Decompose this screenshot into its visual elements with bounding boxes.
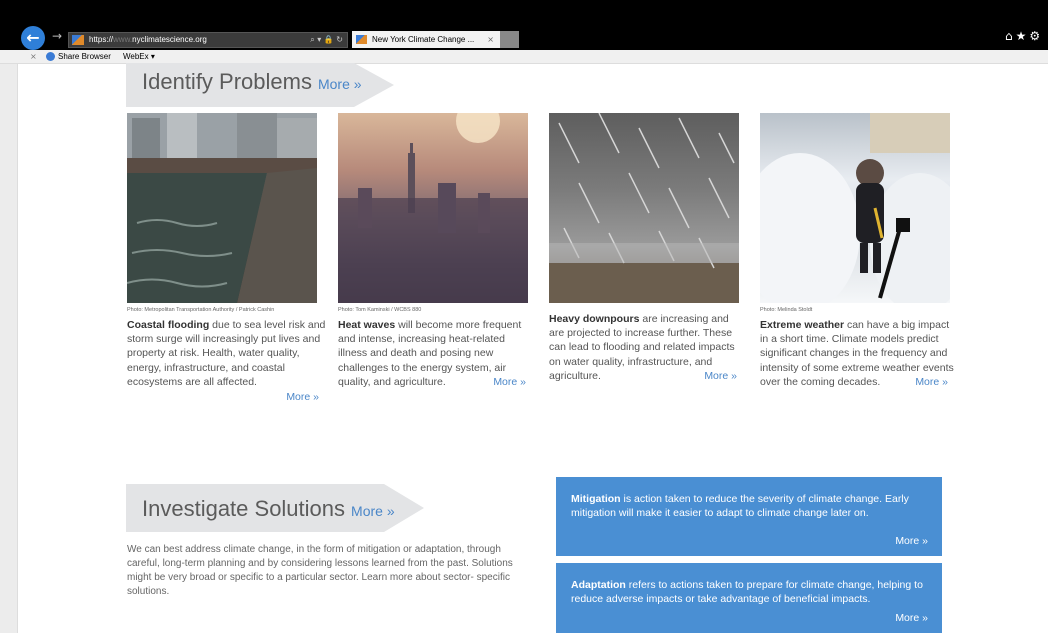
tab-close-icon[interactable]: × (487, 31, 494, 48)
heavy-downpours-more-link[interactable]: More » (704, 369, 737, 383)
investigate-solutions-banner: Investigate Solutions More » (126, 484, 424, 532)
mitigation-term: Mitigation (571, 493, 621, 505)
identify-problems-more-link[interactable]: More » (318, 76, 362, 92)
adaptation-text: Adaptation refers to actions taken to pr… (571, 578, 931, 606)
heavy-downpours-description: Heavy downpours are increasing and are p… (549, 312, 745, 383)
photo-credit: Photo: Metropolitan Transportation Autho… (127, 307, 275, 313)
investigate-solutions-text: We can best address climate change, in t… (127, 544, 513, 597)
investigate-solutions-title: Investigate Solutions (142, 496, 346, 521)
forward-arrow-icon[interactable]: → (52, 29, 62, 43)
address-url: https://www.nyclimatescience.org (89, 33, 207, 47)
heat-waves-photo[interactable] (338, 99, 528, 303)
tab-favicon-icon (356, 35, 367, 44)
card-term: Extreme weather (760, 319, 845, 331)
favorites-close-icon[interactable]: × (30, 50, 37, 63)
adaptation-term: Adaptation (571, 579, 626, 591)
card-term: Heavy downpours (549, 313, 640, 325)
heavy-downpours-photo[interactable] (549, 112, 739, 303)
extreme-weather-more-link[interactable]: More » (915, 375, 948, 389)
mitigation-more-link[interactable]: More » (895, 534, 928, 548)
extreme-weather-description: Extreme weather can have a big impact in… (760, 318, 956, 389)
heat-waves-photo-art (338, 99, 528, 303)
back-arrow-icon[interactable]: ← (21, 26, 45, 50)
card-term: Coastal flooding (127, 319, 210, 331)
extreme-weather-photo[interactable] (740, 113, 970, 313)
mitigation-text: Mitigation is action taken to reduce the… (571, 492, 931, 520)
extreme-weather-photo-art (740, 113, 970, 313)
browser-tab-active[interactable]: New York Climate Change ... × (352, 31, 500, 48)
identify-problems-banner: Identify Problems More » (126, 63, 394, 107)
adaptation-more-link[interactable]: More » (895, 611, 928, 625)
tab-title: New York Climate Change ... (372, 35, 475, 44)
photo-credit: Photo: Tom Kaminski / WCBS 880 (338, 307, 422, 313)
home-star-gear-icons[interactable]: ⌂★⚙ (1005, 29, 1043, 43)
heat-waves-more-link[interactable]: More » (493, 375, 526, 389)
share-browser-icon (46, 52, 55, 61)
coastal-flooding-more-link[interactable]: More » (286, 390, 319, 404)
mitigation-box[interactable]: Mitigation is action taken to reduce the… (556, 477, 942, 556)
heat-waves-description: Heat waves will become more frequent and… (338, 318, 534, 389)
address-tools-icons[interactable]: ⌕ ▾ 🔒 ↻ (310, 33, 343, 47)
photo-credit: Photo: Melinda Stoldt (760, 307, 813, 313)
browser-toolbar: ← → https://www.nyclimatescience.org ⌕ ▾… (0, 0, 1048, 50)
mitigation-body: is action taken to reduce the severity o… (571, 493, 909, 519)
coastal-flooding-description: Coastal flooding due to sea level risk a… (127, 318, 327, 408)
coastal-flooding-photo-art (126, 113, 317, 303)
card-term: Heat waves (338, 319, 396, 331)
coastal-flooding-photo[interactable] (126, 113, 317, 303)
address-bar[interactable]: https://www.nyclimatescience.org ⌕ ▾ 🔒 ↻ (68, 32, 348, 48)
site-favicon-icon (72, 35, 84, 45)
heavy-downpours-photo-art (549, 112, 739, 303)
url-domain: nyclimatescience.org (132, 35, 207, 44)
share-browser-link[interactable]: Share Browser (58, 50, 111, 63)
new-tab-button[interactable] (500, 31, 519, 48)
adaptation-box[interactable]: Adaptation refers to actions taken to pr… (556, 563, 942, 633)
left-scroll-gutter (0, 64, 18, 633)
url-scheme: https:// (89, 35, 114, 44)
webex-menu[interactable]: WebEx ▾ (123, 50, 155, 63)
url-host-prefix: www. (113, 35, 133, 44)
investigate-solutions-more-link[interactable]: More » (351, 503, 395, 519)
identify-problems-title: Identify Problems (142, 69, 312, 94)
favorites-bar: × Share Browser WebEx ▾ (0, 50, 1048, 64)
